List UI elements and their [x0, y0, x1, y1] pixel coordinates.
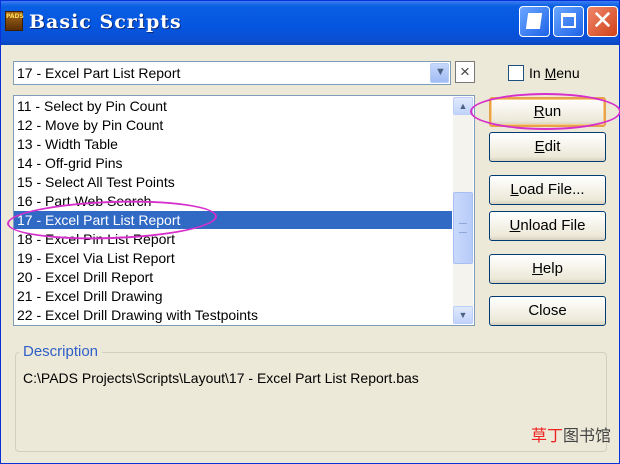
script-listbox[interactable]: 11 - Select by Pin Count 12 - Move by Pin… — [13, 95, 475, 326]
run-accel: R — [533, 103, 545, 120]
pads-app-icon: PADS — [5, 11, 24, 31]
close-window-button[interactable]: ✕ — [587, 6, 618, 37]
unload-file-accel: U — [509, 217, 521, 234]
watermark-dark-text: 图书馆 — [562, 428, 611, 445]
unload-file-button[interactable]: Unload File — [489, 211, 606, 241]
help-button[interactable]: Help — [489, 254, 606, 284]
combo-dropdown-button[interactable]: ▼ — [430, 63, 449, 83]
script-list-item[interactable]: 15 - Select All Test Points — [14, 173, 452, 191]
description-path: C:\PADS Projects\Scripts\Layout\17 - Exc… — [23, 370, 419, 386]
in-menu-label-prefix: In — [529, 65, 545, 81]
script-list-item[interactable]: 19 - Excel Via List Report — [14, 249, 452, 267]
edit-label-rest: dit — [544, 138, 561, 155]
script-list-item[interactable]: 12 - Move by Pin Count — [14, 116, 452, 134]
unload-file-label-rest: nload File — [520, 217, 586, 234]
edit-button[interactable]: Edit — [489, 132, 606, 162]
run-label-rest: un — [544, 103, 562, 120]
script-list-item[interactable]: 13 - Width Table — [14, 135, 452, 153]
close-icon: ✕ — [591, 6, 614, 36]
load-file-button[interactable]: Load File... — [489, 175, 606, 205]
script-list-item[interactable]: 21 - Excel Drill Drawing — [14, 287, 452, 305]
script-select-combo[interactable]: 17 - Excel Part List Report ▼ — [13, 61, 451, 85]
scroll-thumb[interactable] — [453, 192, 473, 264]
in-menu-label[interactable]: In Menu — [529, 65, 580, 81]
script-select-value: 17 - Excel Part List Report — [17, 65, 181, 81]
site-watermark: 草丁图书馆 — [531, 422, 611, 446]
maximize-button[interactable] — [553, 6, 584, 37]
script-list-item[interactable]: 17 - Excel Part List Report — [14, 211, 452, 229]
help-label-rest: elp — [542, 260, 563, 277]
description-groupbox — [15, 352, 607, 452]
title-bar[interactable]: PADS Basic Scripts ✕ — [1, 1, 619, 45]
script-list-item[interactable]: 11 - Select by Pin Count — [14, 97, 452, 115]
chevron-down-icon: ▼ — [435, 66, 446, 78]
minimize-button[interactable] — [519, 6, 550, 37]
minimize-icon — [525, 13, 543, 29]
watermark-red-text: 草丁 — [530, 428, 563, 445]
basic-scripts-dialog: PADS Basic Scripts ✕ 17 - Excel Part Lis… — [0, 0, 620, 464]
script-list-item[interactable]: 20 - Excel Drill Report — [14, 268, 452, 286]
scroll-down-button[interactable]: ▼ — [453, 306, 473, 324]
window-title: Basic Scripts — [29, 11, 182, 33]
grip-icon — [459, 223, 467, 233]
in-menu-checkbox[interactable] — [508, 65, 524, 81]
arrow-down-icon: ▼ — [458, 310, 468, 320]
description-label: Description — [19, 343, 103, 360]
maximize-icon — [561, 13, 576, 28]
run-button[interactable]: Run — [489, 97, 606, 127]
list-scrollbar[interactable]: ▲ ▼ — [453, 97, 473, 324]
script-list-item[interactable]: 16 - Part Web Search — [14, 192, 452, 210]
in-menu-label-accel: M — [544, 65, 557, 81]
edit-accel: E — [534, 138, 545, 155]
load-file-label-rest: oad File... — [518, 181, 585, 198]
close-button[interactable]: Close — [489, 296, 606, 326]
arrow-up-icon: ▲ — [458, 101, 468, 111]
load-file-accel: L — [510, 181, 519, 198]
script-list-item[interactable]: 14 - Off-grid Pins — [14, 154, 452, 172]
scroll-up-button[interactable]: ▲ — [453, 97, 473, 115]
help-accel: H — [532, 260, 543, 277]
script-list-item[interactable]: 18 - Excel Pin List Report — [14, 230, 452, 248]
script-list-item[interactable]: 22 - Excel Drill Drawing with Testpoints — [14, 306, 452, 324]
in-menu-label-rest: enu — [556, 65, 580, 81]
clear-selection-button[interactable]: × — [455, 61, 475, 83]
